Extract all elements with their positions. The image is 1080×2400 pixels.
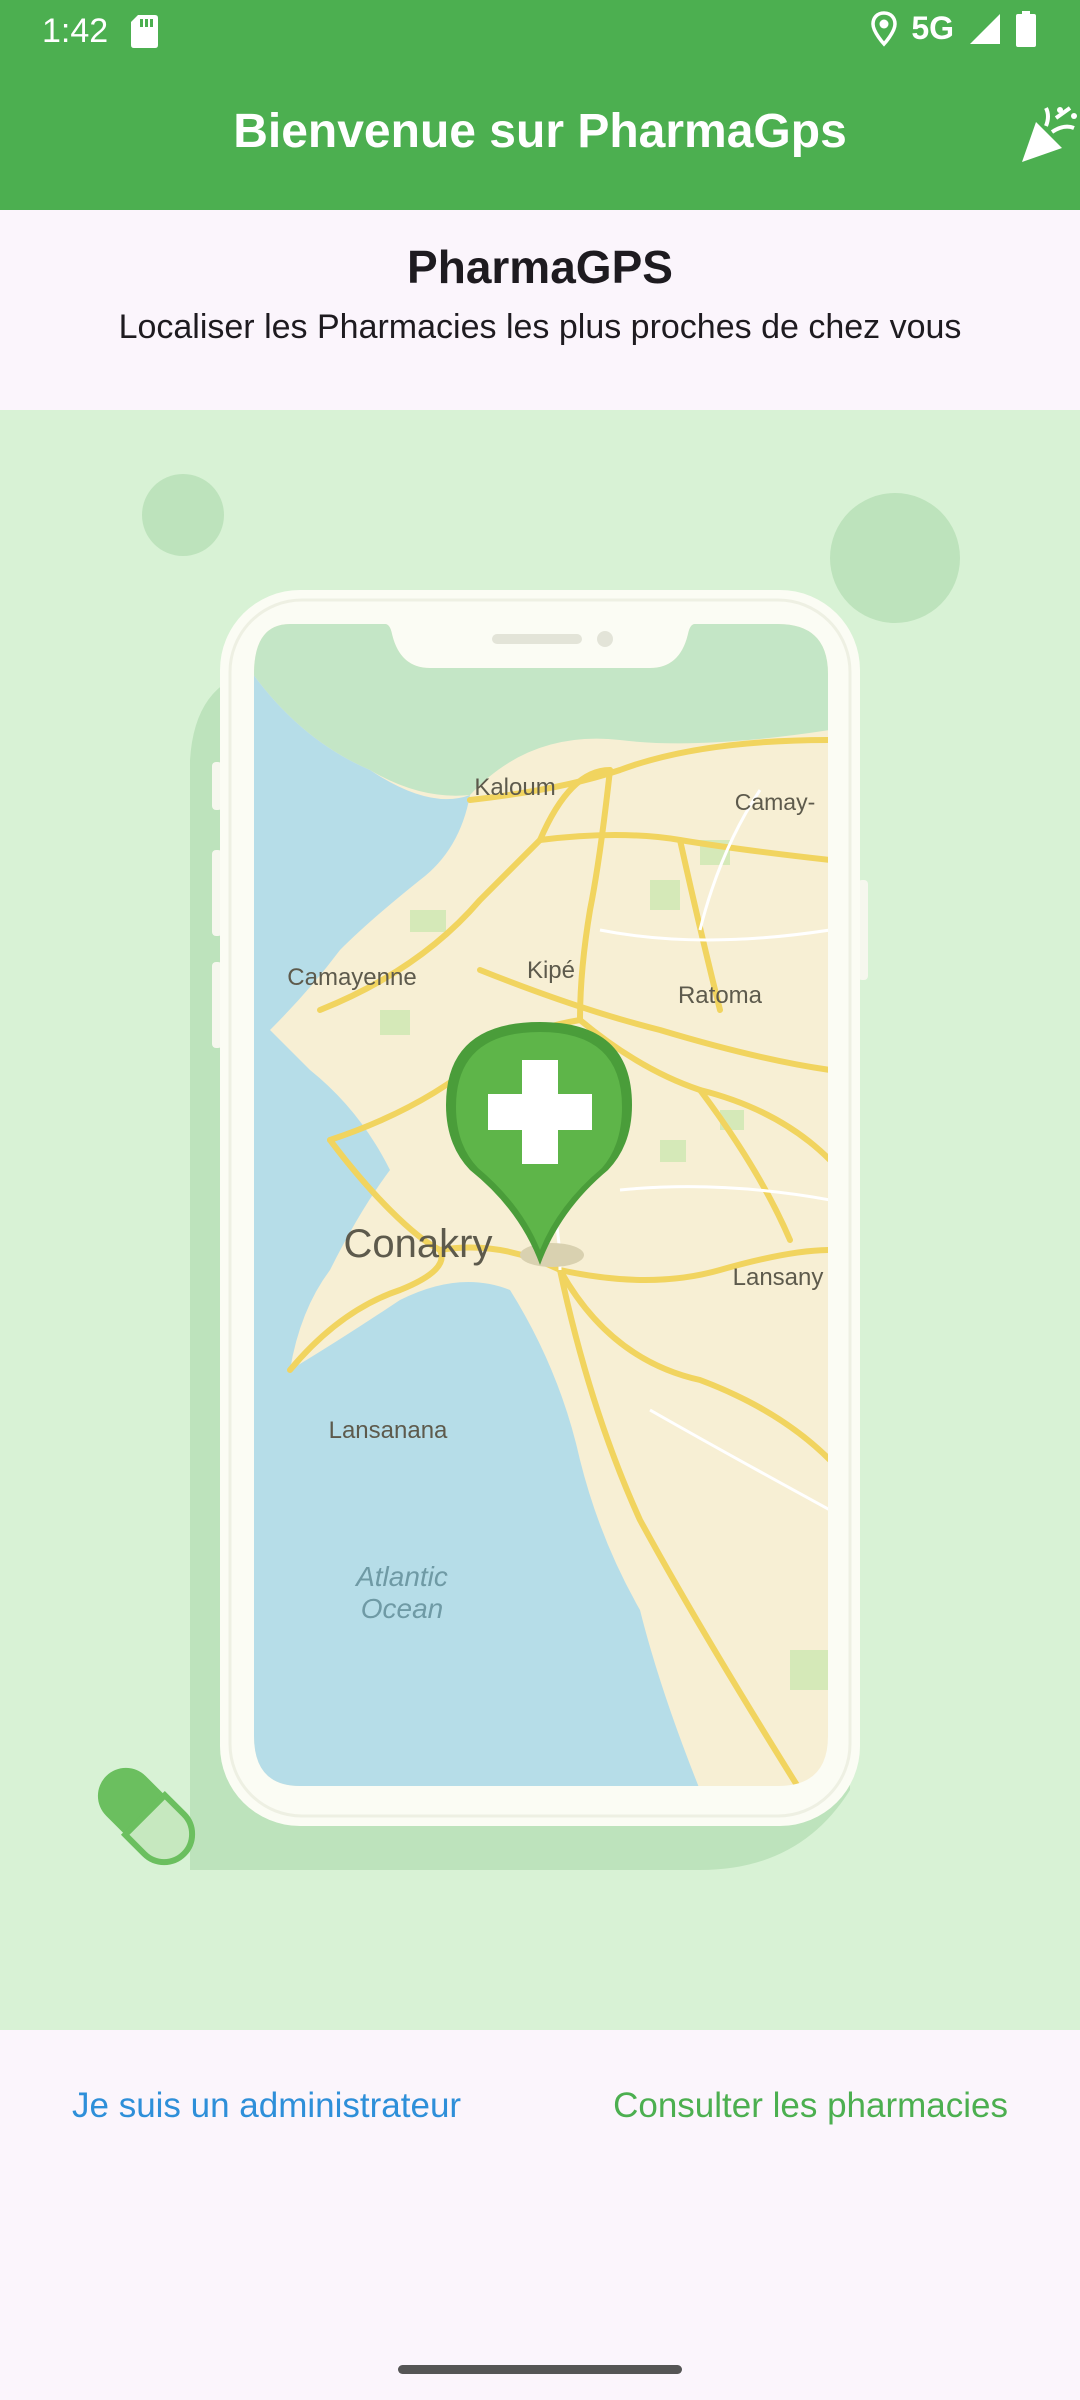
map-label-lansany: Lansany (733, 1264, 824, 1291)
pill-icon (97, 1767, 196, 1866)
gesture-nav-bar[interactable] (398, 2365, 682, 2374)
status-bar: 1:42 5G (0, 0, 1080, 62)
sd-card-icon (131, 15, 158, 48)
app-tagline: Localiser les Pharmacies les plus proche… (118, 308, 962, 346)
admin-button[interactable]: Je suis un administrateur (72, 2086, 461, 2126)
bottom-actions: Je suis un administrateur Consulter les … (0, 2030, 1080, 2170)
map-label-camayenne: Camayenne (287, 964, 416, 991)
map-label-camay: Camay- (735, 789, 816, 815)
celebration-icon[interactable] (1016, 104, 1080, 168)
map-label-lansanana: Lansanana (329, 1417, 448, 1444)
map-label-conakry: Conakry (344, 1222, 493, 1266)
phone-map-illustration: Kaloum Camay- Camayenne Kipé Ratoma Cona… (97, 474, 960, 1870)
deco-circle-large (830, 493, 960, 623)
map-label-ratoma: Ratoma (678, 982, 763, 1009)
hero-illustration: Kaloum Camay- Camayenne Kipé Ratoma Cona… (0, 410, 1080, 2030)
map-label-kipe: Kipé (527, 957, 575, 984)
intro-section: PharmaGPS Localiser les Pharmacies les p… (0, 210, 1080, 410)
location-icon (871, 10, 898, 47)
deco-circle-small (142, 474, 224, 556)
app-name: PharmaGPS (407, 241, 673, 293)
network-type: 5G (911, 10, 954, 46)
app-bar: Bienvenue sur PharmaGps (0, 62, 1080, 210)
app-bar-title: Bienvenue sur PharmaGps (233, 105, 847, 158)
map-label-kaloum: Kaloum (474, 774, 555, 801)
consult-pharmacies-button[interactable]: Consulter les pharmacies (613, 2086, 1008, 2126)
battery-icon (1016, 10, 1036, 47)
signal-icon (970, 13, 1000, 44)
map-label-ocean-1: Atlantic (354, 1561, 448, 1592)
map-label-ocean-2: Ocean (361, 1593, 444, 1624)
status-time: 1:42 (42, 12, 109, 50)
